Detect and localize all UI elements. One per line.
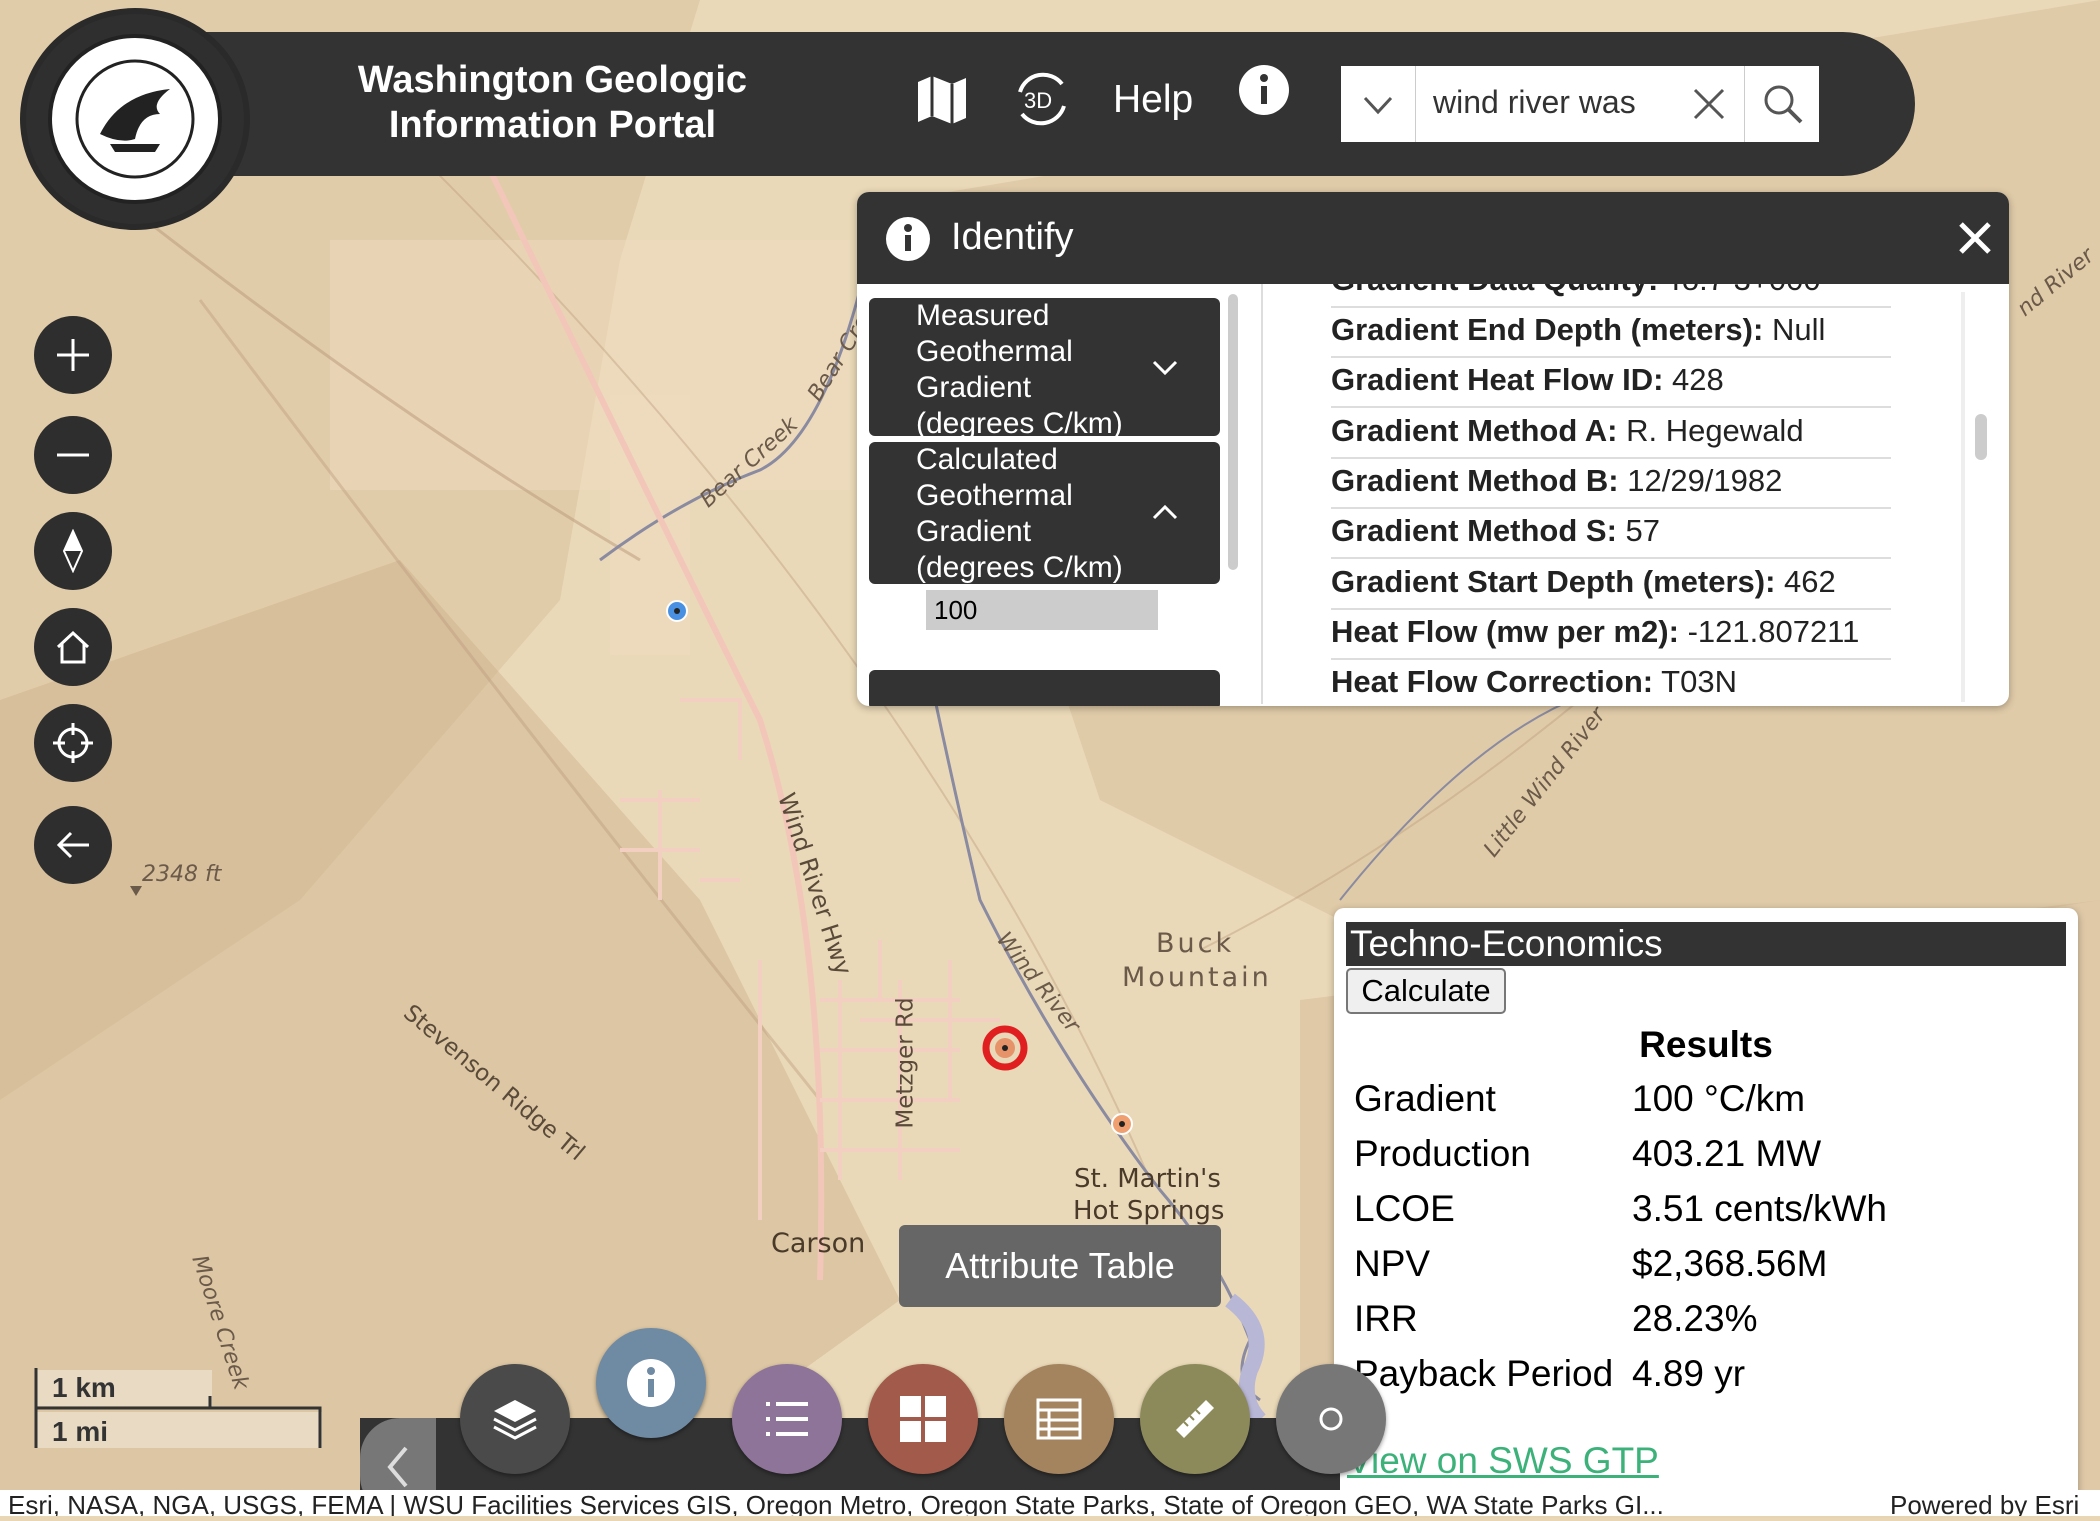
chevron-down-icon [1152, 360, 1178, 376]
identify-panel: Identify Measured Geothermal Gradient (d… [857, 192, 2009, 706]
attribute-table-button[interactable]: Attribute Table [899, 1225, 1221, 1307]
attributes-scrollbar-thumb[interactable] [1975, 414, 1987, 460]
label-elevation: 2348 ft [142, 862, 222, 887]
widgets-button[interactable] [868, 1364, 978, 1474]
dnr-seal-icon [48, 34, 222, 204]
accordion-label: Measured Geothermal Gradient (degrees C/… [916, 299, 1123, 440]
search-icon[interactable] [1744, 66, 1820, 142]
back-button[interactable] [34, 806, 112, 884]
techno-economics-panel: Techno-Economics Calculate Results Gradi… [1334, 908, 2078, 1508]
more-tools-button[interactable] [1276, 1364, 1386, 1474]
locate-icon [53, 723, 93, 763]
powered-by-esri[interactable]: Powered by Esri [1882, 1490, 2080, 1516]
attribution-text: Esri, NASA, NGA, USGS, FEMA | WSU Facili… [8, 1490, 1664, 1516]
legend-button[interactable] [732, 1364, 842, 1474]
app-title: Washington Geologic Information Portal [320, 58, 785, 148]
scale-bar: 1 km 1 mi [34, 1368, 334, 1455]
identify-button[interactable] [596, 1328, 706, 1438]
3d-view-icon[interactable]: 3D [1010, 66, 1074, 137]
label-buck: Buck [1156, 928, 1235, 959]
attribute-row: Gradient End Depth (meters): Null [1331, 306, 1891, 358]
measure-button[interactable] [1140, 1364, 1250, 1474]
info-icon [886, 217, 930, 261]
label-mountain: Mountain [1122, 962, 1272, 993]
attribute-row: Gradient Start Depth (meters): 462 [1331, 558, 1891, 610]
grid-icon [900, 1396, 946, 1442]
scale-km: 1 km [52, 1372, 116, 1403]
accordion-scrollbar[interactable] [1228, 294, 1238, 570]
list-icon [766, 1402, 808, 1436]
techno-title: Techno-Economics [1346, 922, 2066, 966]
zoom-out-button[interactable] [34, 416, 112, 494]
close-icon[interactable] [1957, 220, 1993, 256]
identify-title: Identify [951, 216, 1074, 258]
identify-header: Identify [857, 192, 2009, 284]
title-line-1: Washington Geologic [357, 59, 748, 101]
info-icon[interactable] [1238, 64, 1290, 121]
accordion-measured-gradient[interactable]: Measured Geothermal Gradient (degrees C/… [869, 298, 1220, 440]
label-st-martins: St. Martin's [1074, 1164, 1221, 1194]
home-button[interactable] [34, 608, 112, 686]
compass-icon [62, 529, 84, 573]
attribute-row: Heat Flow (mw per m2): -121.807211 [1331, 608, 1891, 660]
accordion-calculated-gradient[interactable]: Calculated Geothermal Gradient (degrees … [869, 442, 1220, 584]
info-icon [627, 1359, 675, 1407]
attribute-row: Gradient Method A: R. Hegewald [1331, 407, 1891, 459]
search-input[interactable]: wind river was [1433, 84, 1636, 121]
label-carson: Carson [771, 1228, 866, 1259]
table-button[interactable] [1004, 1364, 1114, 1474]
attribute-row: Gradient Method B: 12/29/1982 [1331, 457, 1891, 509]
compass-button[interactable] [34, 512, 112, 590]
arrow-left-icon [56, 831, 89, 859]
dnr-logo[interactable] [20, 8, 250, 230]
basemap-icon[interactable] [914, 74, 970, 131]
attributes-scrollbar-track[interactable] [1961, 292, 1965, 702]
scale-mi: 1 mi [52, 1416, 109, 1447]
search-box: wind river was [1341, 66, 1819, 142]
layers-icon [493, 1400, 537, 1440]
panel-divider [1261, 284, 1263, 704]
svg-text:3D: 3D [1024, 88, 1052, 113]
home-icon [56, 630, 90, 664]
plus-icon [57, 339, 89, 371]
clear-search-icon[interactable] [1679, 76, 1739, 132]
accordion-next[interactable] [869, 670, 1220, 706]
accordion-label: Calculated Geothermal Gradient (degrees … [916, 443, 1123, 584]
search-source-dropdown[interactable] [1341, 66, 1416, 142]
attribute-row: Gradient Heat Flow ID: 428 [1331, 356, 1891, 408]
tool-icon [1319, 1407, 1343, 1431]
results-title: Results [1639, 1024, 1773, 1065]
minus-icon [57, 453, 89, 457]
layers-button[interactable] [460, 1364, 570, 1474]
title-line-2: Information Portal [388, 104, 717, 146]
calculated-gradient-value: 100 [926, 590, 1158, 630]
table-icon [1036, 1398, 1082, 1440]
locate-button[interactable] [34, 704, 112, 782]
attribute-row: Gradient Data Quality: To:7 3+000 [1331, 284, 1891, 308]
label-hot-springs: Hot Springs [1073, 1196, 1225, 1226]
calculate-button[interactable]: Calculate [1346, 968, 1506, 1014]
label-metzger: Metzger Rd [892, 997, 919, 1129]
attribute-row: Gradient Method S: 57 [1331, 507, 1891, 559]
chevron-up-icon [1152, 504, 1178, 520]
attribution-bar: Esri, NASA, NGA, USGS, FEMA | WSU Facili… [0, 1490, 2100, 1516]
help-link[interactable]: Help [1113, 78, 1193, 122]
ruler-icon [1176, 1400, 1214, 1438]
zoom-in-button[interactable] [34, 316, 112, 394]
attribute-row: Heat Flow Correction: T03N [1331, 658, 1891, 704]
identify-attributes: Gradient Data Quality: To:7 3+000 Gradie… [1331, 284, 1891, 704]
view-on-sws-gtp-link[interactable]: View on SWS GTP [1347, 1440, 1659, 1482]
